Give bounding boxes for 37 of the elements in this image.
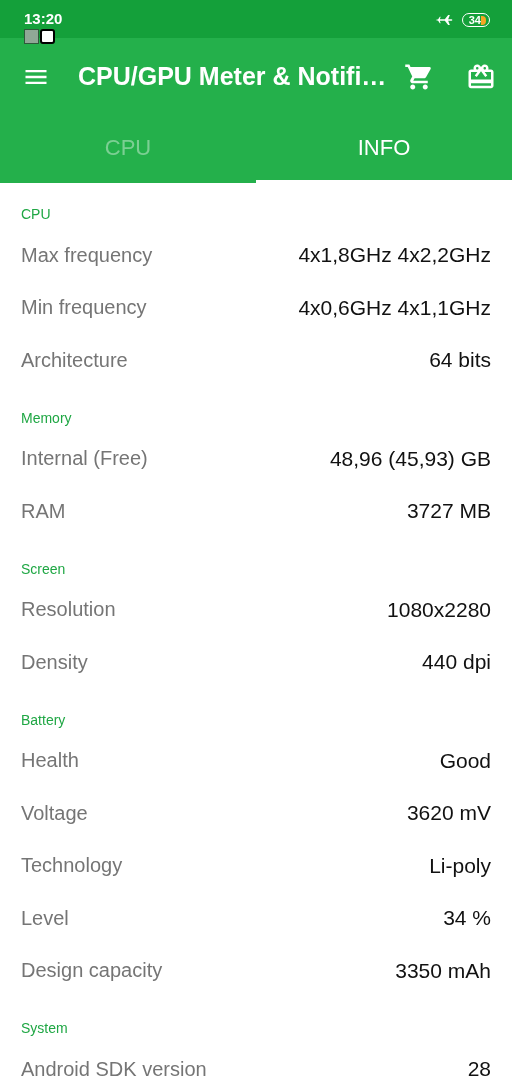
info-value: 1080x2280 [387, 597, 491, 622]
status-time: 13:20 [24, 11, 63, 27]
app-title: CPU/GPU Meter & Notifi… [78, 62, 388, 91]
info-label: Resolution [21, 598, 116, 622]
info-value: 28 [467, 1057, 491, 1080]
info-value: 4x0,6GHz 4x1,1GHz [298, 295, 491, 320]
notification-icon [24, 29, 39, 44]
info-value: 440 dpi [422, 650, 491, 675]
section-header: CPU [21, 205, 52, 224]
info-value: 48,96 (45,93) GB [329, 446, 491, 471]
info-label: Design capacity [21, 959, 163, 983]
info-label: Android SDK version [21, 1057, 207, 1080]
info-label: Technology [21, 854, 123, 878]
info-label: Min frequency [21, 296, 147, 320]
info-value: 34 % [443, 906, 491, 931]
section-header: Battery [21, 710, 67, 730]
section-header: Memory [21, 408, 73, 428]
info-value: 3350 mAh [395, 958, 491, 983]
info-label: Internal (Free) [21, 447, 148, 471]
section-header: Screen [21, 559, 67, 579]
info-label: RAM [21, 499, 66, 523]
info-label: Architecture [21, 348, 128, 372]
info-label: Max frequency [21, 243, 153, 267]
info-value: 64 bits [429, 348, 491, 373]
info-label: Health [21, 749, 79, 773]
info-value: 3620 mV [406, 801, 491, 826]
notification-icon [40, 29, 55, 44]
info-value: Li-poly [429, 853, 491, 878]
info-value: 4x1,8GHz 4x2,2GHz [298, 243, 491, 268]
info-label: Voltage [21, 801, 88, 825]
section-header: System [21, 1019, 69, 1038]
info-label: Level [21, 906, 69, 930]
info-label: Density [21, 650, 88, 674]
tab[interactable]: INFO [256, 115, 512, 183]
info-value: 3727 MB [406, 499, 491, 524]
info-value: Good [439, 748, 491, 773]
tab[interactable]: CPU [0, 115, 256, 183]
